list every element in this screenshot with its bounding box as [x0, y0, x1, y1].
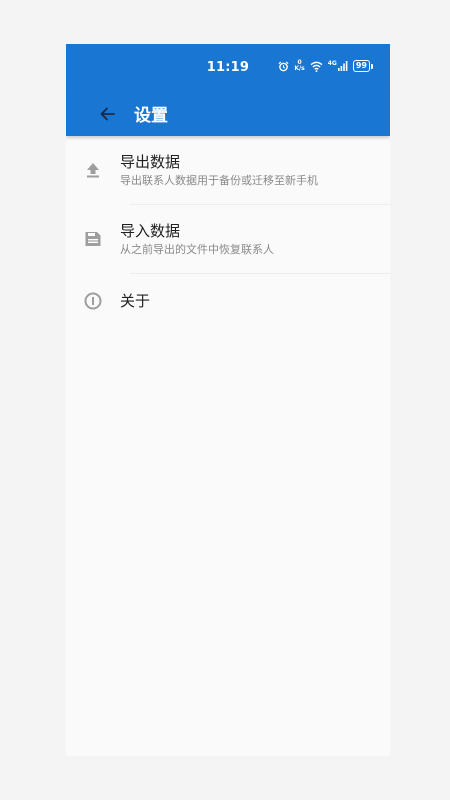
settings-item-export[interactable]: 导出数据 导出联系人数据用于备份或迁移至新手机 — [66, 136, 390, 204]
settings-item-subtitle: 导出联系人数据用于备份或迁移至新手机 — [120, 173, 318, 187]
network-speed-unit: K/s — [294, 65, 305, 72]
settings-item-about[interactable]: 关于 — [66, 274, 390, 328]
save-icon — [82, 228, 104, 250]
back-button[interactable] — [96, 103, 118, 125]
network-type: 4G — [327, 60, 337, 67]
alarm-icon — [278, 60, 289, 72]
arrow-back-icon — [100, 107, 115, 120]
info-icon — [82, 290, 104, 312]
app-bar: 设置 — [66, 91, 390, 136]
app-screen: 11:19 0 K/s 4G 99 设置 导出数据 导出联系人数据用于备份或迁移… — [66, 44, 390, 756]
page-title: 设置 — [134, 106, 168, 126]
battery-icon: 99 — [352, 60, 373, 72]
settings-item-title: 关于 — [120, 292, 151, 310]
status-icons: 0 K/s 4G 99 — [278, 60, 373, 72]
upload-icon — [82, 159, 104, 181]
wifi-icon — [310, 61, 323, 72]
settings-list: 导出数据 导出联系人数据用于备份或迁移至新手机 导入数据 从之前导出的文件中恢复… — [66, 136, 390, 328]
battery-level: 99 — [352, 60, 370, 72]
network-speed: 0 K/s — [294, 60, 304, 72]
settings-item-import[interactable]: 导入数据 从之前导出的文件中恢复联系人 — [66, 205, 390, 273]
settings-item-subtitle: 从之前导出的文件中恢复联系人 — [120, 242, 274, 256]
settings-item-title: 导入数据 — [120, 221, 181, 240]
status-bar: 11:19 0 K/s 4G 99 — [66, 44, 390, 91]
cellular-signal-icon: 4G — [328, 61, 348, 71]
settings-item-title: 导出数据 — [120, 152, 181, 171]
